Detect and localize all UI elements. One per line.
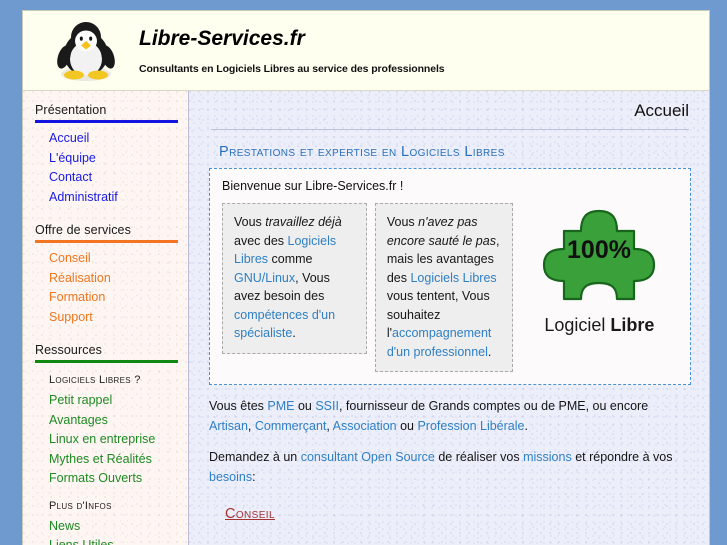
sidebar-item-formats-ouverts[interactable]: Formats Ouverts xyxy=(49,469,178,489)
tux-penguin-logo xyxy=(57,21,115,81)
section-heading: Prestations et expertise en Logiciels Li… xyxy=(219,144,505,160)
sidebar-heading-ressources: Ressources xyxy=(35,343,102,357)
header-text-block: Libre-Services.fr Consultants en Logicie… xyxy=(139,27,445,75)
page-root: Libre-Services.fr Consultants en Logicie… xyxy=(0,0,727,545)
sidebar-item-lequipe[interactable]: L'équipe xyxy=(49,149,178,169)
box2-text1: Vous xyxy=(386,215,419,229)
content-columns: Présentation Accueil L'équipe Contact Ad… xyxy=(23,91,709,545)
puzzle-caption: Logiciel Libre xyxy=(544,315,654,336)
p1-link-artisan[interactable]: Artisan xyxy=(209,419,248,433)
p1-link-commercant[interactable]: Commerçant xyxy=(255,419,327,433)
main-content: Accueil Prestations et expertise en Logi… xyxy=(189,91,709,545)
sidebar-rule-offre xyxy=(35,240,178,243)
sidebar-item-news[interactable]: News xyxy=(49,517,178,537)
site-frame: Libre-Services.fr Consultants en Logicie… xyxy=(22,10,710,545)
box1-text2: avec des xyxy=(234,233,288,248)
sidebar-links-offre: Conseil Réalisation Formation Support xyxy=(35,249,178,327)
puzzle-caption-libre: Libre xyxy=(610,315,655,335)
sidebar-item-accueil[interactable]: Accueil xyxy=(49,129,178,149)
box1-text1: Vous xyxy=(234,215,266,229)
sidebar-heading-offre: Offre de services xyxy=(35,223,131,237)
message-box-already-using: Vous travaillez déjà avec des Logiciels … xyxy=(222,203,367,354)
sidebar-item-mythes-et-realites[interactable]: Mythes et Réalités xyxy=(49,450,178,470)
puzzle-logo-block: 100% Logiciel Libre xyxy=(521,203,678,336)
p2-link-besoins[interactable]: besoins xyxy=(209,470,252,484)
sidebar-section-offre-de-services: Offre de services Conseil Réalisation Fo… xyxy=(23,223,188,327)
sidebar-links-ressources: Logiciels Libres ? Petit rappel Avantage… xyxy=(35,370,178,545)
intro-panel: Bienvenue sur Libre-Services.fr ! Vous t… xyxy=(209,168,691,385)
site-header: Libre-Services.fr Consultants en Logicie… xyxy=(23,11,709,91)
sidebar-section-presentation: Présentation Accueil L'équipe Contact Ad… xyxy=(23,103,188,207)
puzzle-piece-icon: 100% xyxy=(543,209,656,301)
sidebar-rule-ressources xyxy=(35,360,178,363)
box2-text4: . xyxy=(487,344,492,359)
sidebar-item-contact[interactable]: Contact xyxy=(49,168,178,188)
p2-text3: et répondre à vos xyxy=(571,450,673,464)
p2-text2: de réaliser vos xyxy=(434,450,524,464)
page-title: Accueil xyxy=(634,101,689,120)
sidebar-item-avantages[interactable]: Avantages xyxy=(49,411,178,431)
sidebar-links-presentation: Accueil L'équipe Contact Administratif xyxy=(35,129,178,207)
sidebar-item-petit-rappel[interactable]: Petit rappel xyxy=(49,391,178,411)
p2-text4: : xyxy=(252,470,256,484)
p1-text7: . xyxy=(524,419,528,433)
conseil-heading: Conseil xyxy=(225,506,275,522)
box1-emphasis: travaillez déjà xyxy=(265,215,342,229)
sidebar-item-realisation[interactable]: Réalisation xyxy=(49,269,178,289)
p1-text3: , fournisseur de Grands comptes ou de PM… xyxy=(338,399,649,413)
p1-link-pme[interactable]: PME xyxy=(267,399,294,413)
p2-link-consultant-open-source[interactable]: consultant Open Source xyxy=(301,450,435,464)
paragraph-call-to-action: Demandez à un consultant Open Source de … xyxy=(209,447,693,487)
title-divider xyxy=(211,129,689,130)
sidebar-subheading-logiciels-libres: Logiciels Libres ? xyxy=(49,374,141,386)
sidebar-rule-presentation xyxy=(35,120,178,123)
sidebar-nav: Présentation Accueil L'équipe Contact Ad… xyxy=(23,91,189,545)
site-title: Libre-Services.fr xyxy=(139,26,305,50)
p1-link-profession-liberale[interactable]: Profession Libérale xyxy=(417,419,524,433)
box1-link-gnu-linux[interactable]: GNU/Linux xyxy=(234,271,295,285)
sidebar-subheading-plus-dinfos: Plus d'Infos xyxy=(49,499,112,512)
site-tagline: Consultants en Logiciels Libres au servi… xyxy=(139,62,445,75)
message-box-not-yet: Vous n'avez pas encore sauté le pas, mai… xyxy=(374,203,513,372)
sidebar-item-support[interactable]: Support xyxy=(49,308,178,328)
puzzle-percent-label: 100% xyxy=(567,236,631,264)
p1-link-association[interactable]: Association xyxy=(333,419,397,433)
box1-text5: . xyxy=(292,326,296,340)
sidebar-item-administratif[interactable]: Administratif xyxy=(49,188,178,208)
sidebar-item-conseil[interactable]: Conseil xyxy=(49,249,178,269)
p1-text1: Vous êtes xyxy=(209,399,268,413)
puzzle-caption-logiciel: Logiciel xyxy=(544,315,606,335)
paragraph-audience: Vous êtes PME ou SSII, fournisseur de Gr… xyxy=(209,396,693,436)
box2-link-logiciels-libres[interactable]: Logiciels Libres xyxy=(410,271,496,285)
sidebar-section-ressources: Ressources Logiciels Libres ? Petit rapp… xyxy=(23,343,188,545)
p2-text1: Demandez à un xyxy=(209,450,301,464)
sidebar-item-liens-utiles[interactable]: Liens Utiles xyxy=(49,536,178,545)
box2-link-accompagnement[interactable]: accompagnement d'un professionnel xyxy=(387,326,492,359)
intro-boxes-row: Vous travaillez déjà avec des Logiciels … xyxy=(222,203,678,372)
welcome-text: Bienvenue sur Libre-Services.fr ! xyxy=(222,179,404,193)
p1-text4: , xyxy=(247,419,255,433)
p1-text2: ou xyxy=(294,399,316,413)
p2-link-missions[interactable]: missions xyxy=(523,450,572,464)
sidebar-heading-presentation: Présentation xyxy=(35,103,107,117)
p1-text6: ou xyxy=(396,419,418,433)
box1-link-competences[interactable]: compétences d'un spécialiste xyxy=(234,308,335,341)
p1-link-ssii[interactable]: SSII xyxy=(315,399,339,413)
box1-text3: comme xyxy=(268,252,313,266)
sidebar-item-linux-en-entreprise[interactable]: Linux en entreprise xyxy=(49,430,178,450)
sidebar-item-formation[interactable]: Formation xyxy=(49,288,178,308)
